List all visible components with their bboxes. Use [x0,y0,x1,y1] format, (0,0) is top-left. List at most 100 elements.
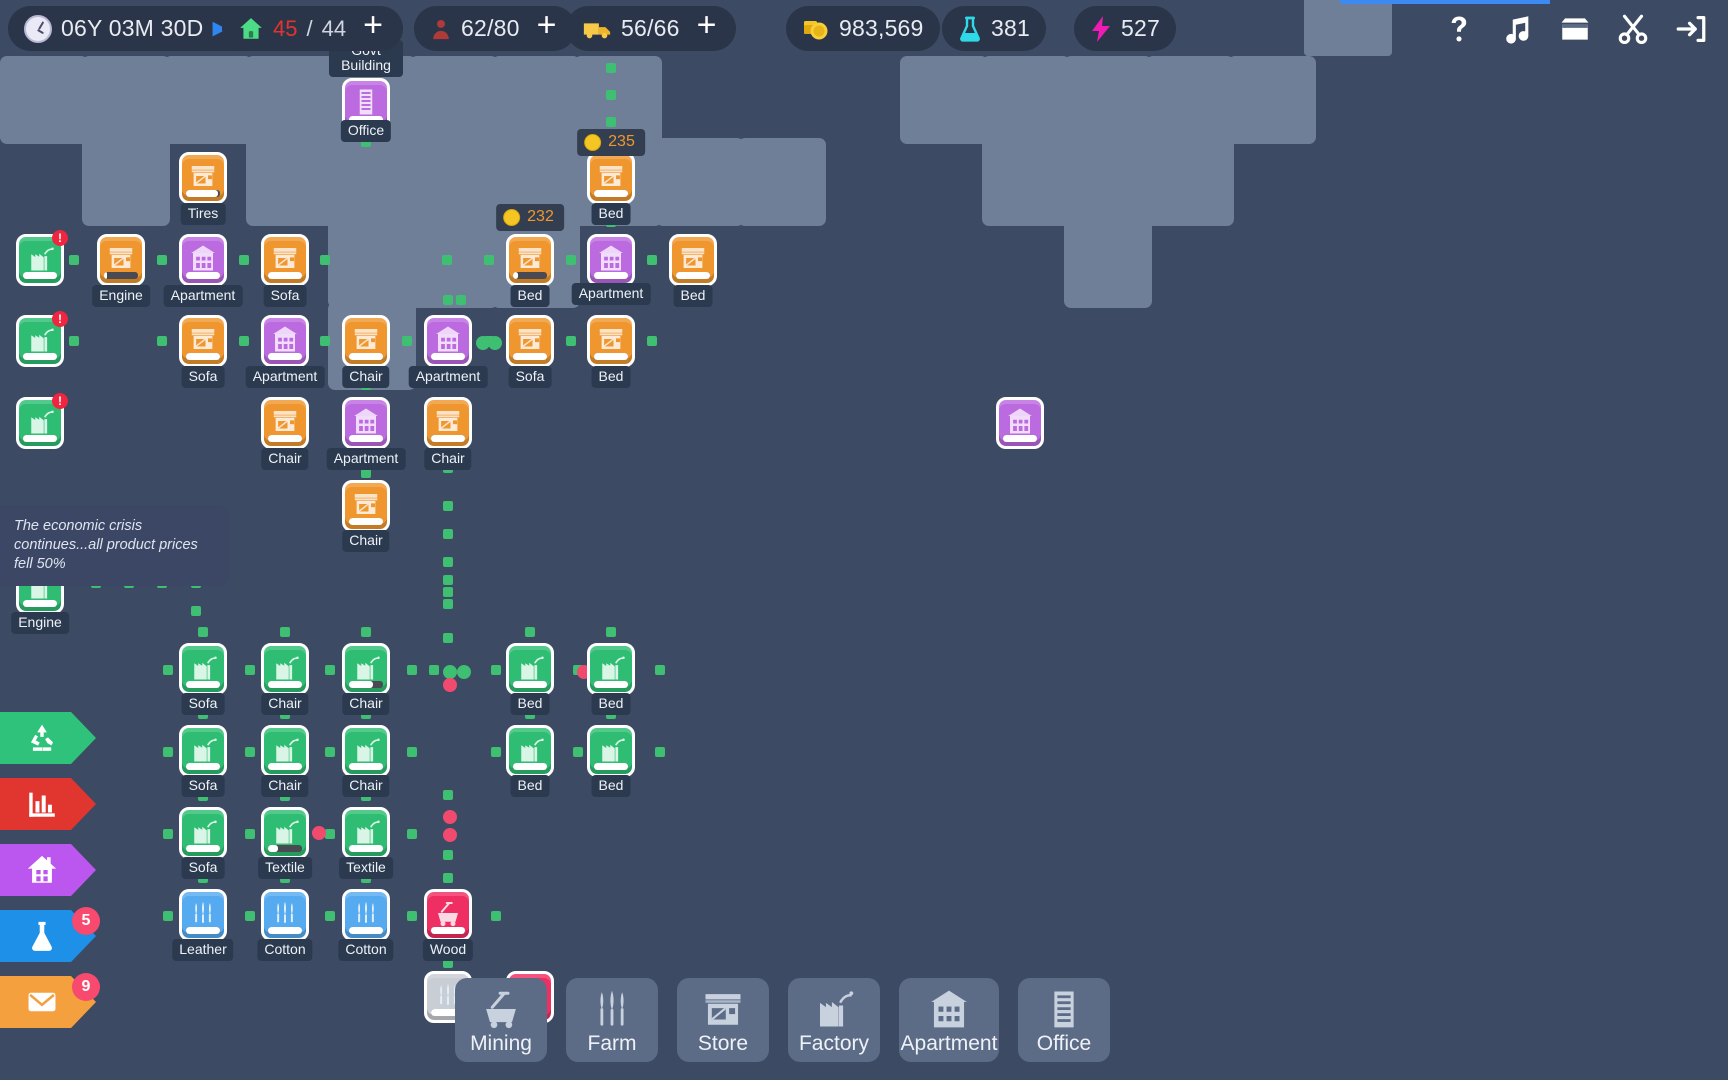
building-tile[interactable]: ! [16,234,64,286]
conveyor-node[interactable] [239,336,249,346]
conveyor-node[interactable] [245,747,255,757]
conveyor-node[interactable] [157,336,167,346]
building-tile[interactable] [424,315,472,367]
music-note-icon[interactable] [1500,12,1534,46]
building-tile[interactable] [261,807,309,859]
building-tile[interactable] [669,234,717,286]
building-tile[interactable] [261,889,309,941]
building-tile[interactable]: ! [16,397,64,449]
conveyor-node[interactable] [443,828,457,842]
conveyor-node[interactable] [488,336,502,350]
conveyor-node[interactable] [606,627,616,637]
building-tile[interactable] [179,152,227,204]
conveyor-node[interactable] [191,606,201,616]
conveyor-node[interactable] [443,790,453,800]
building-tile[interactable] [261,397,309,449]
conveyor-node[interactable] [245,665,255,675]
conveyor-node[interactable] [239,255,249,265]
conveyor-node[interactable] [443,665,457,679]
building-tile[interactable] [261,643,309,695]
building-tile[interactable] [587,725,635,777]
build-factory[interactable]: Factory [788,978,880,1062]
sidebar-item-housing[interactable] [0,844,96,896]
land-plot[interactable] [1064,56,1152,144]
conveyor-node[interactable] [606,117,616,127]
land-plot[interactable] [738,138,826,226]
conveyor-node[interactable] [491,911,501,921]
sidebar-item-stats[interactable] [0,778,96,830]
exit-door-icon[interactable] [1674,12,1708,46]
conveyor-node[interactable] [443,678,457,692]
scissors-icon[interactable] [1616,12,1650,46]
building-tile[interactable] [506,234,554,286]
building-tile[interactable] [342,643,390,695]
conveyor-node[interactable] [443,599,453,609]
land-plot[interactable] [82,138,170,226]
building-tile[interactable] [587,315,635,367]
building-tile[interactable] [179,315,227,367]
conveyor-node[interactable] [443,501,453,511]
conveyor-node[interactable] [655,665,665,675]
land-plot[interactable] [246,138,334,226]
building-tile[interactable] [996,397,1044,449]
conveyor-node[interactable] [163,829,173,839]
sidebar-item-mail[interactable]: 9 [0,976,96,1028]
building-tile[interactable] [261,725,309,777]
building-tile[interactable] [506,643,554,695]
housing-pill[interactable]: 45/44 + [222,6,403,51]
build-office[interactable]: Office [1018,978,1110,1062]
land-plot[interactable] [492,56,580,144]
building-tile[interactable] [424,889,472,941]
conveyor-node[interactable] [157,255,167,265]
build-store[interactable]: Store [677,978,769,1062]
building-tile[interactable]: ! [16,315,64,367]
land-plot[interactable] [328,138,416,226]
conveyor-node[interactable] [69,336,79,346]
building-tile[interactable] [179,807,227,859]
building-tile[interactable] [342,480,390,532]
land-plot[interactable] [1064,138,1152,226]
conveyor-node[interactable] [443,873,453,883]
conveyor-node[interactable] [443,557,453,567]
conveyor-node[interactable] [443,587,453,597]
conveyor-node[interactable] [361,627,371,637]
conveyor-node[interactable] [280,627,290,637]
conveyor-node[interactable] [312,826,326,840]
land-plot[interactable] [0,56,88,144]
land-plot[interactable] [982,56,1070,144]
housing-add-button[interactable]: + [355,14,387,43]
conveyor-node[interactable] [325,829,335,839]
conveyor-node[interactable] [407,911,417,921]
conveyor-node[interactable] [402,336,412,346]
conveyor-node[interactable] [655,747,665,757]
land-plot[interactable] [982,138,1070,226]
building-tile[interactable] [506,725,554,777]
conveyor-node[interactable] [457,665,471,679]
power-pill[interactable]: 527 [1074,6,1176,51]
conveyor-node[interactable] [163,911,173,921]
conveyor-node[interactable] [443,633,453,643]
land-plot[interactable] [82,56,170,144]
question-mark-icon[interactable] [1442,12,1476,46]
conveyor-node[interactable] [491,665,501,675]
building-tile[interactable] [342,807,390,859]
conveyor-node[interactable] [245,911,255,921]
land-plot[interactable] [1146,138,1234,226]
transport-add-button[interactable]: + [689,14,721,43]
conveyor-node[interactable] [443,850,453,860]
building-tile[interactable] [424,397,472,449]
conveyor-node[interactable] [320,336,330,346]
building-tile[interactable] [97,234,145,286]
conveyor-node[interactable] [325,911,335,921]
population-add-button[interactable]: + [529,14,561,43]
money-pill[interactable]: 983,569 [786,6,940,51]
land-plot[interactable] [410,56,498,144]
land-plot[interactable] [328,220,416,308]
building-tile[interactable] [179,234,227,286]
treasure-chest-icon[interactable] [1558,12,1592,46]
conveyor-node[interactable] [163,747,173,757]
conveyor-node[interactable] [647,336,657,346]
building-tile[interactable] [342,397,390,449]
conveyor-node[interactable] [429,665,439,675]
conveyor-node[interactable] [69,255,79,265]
